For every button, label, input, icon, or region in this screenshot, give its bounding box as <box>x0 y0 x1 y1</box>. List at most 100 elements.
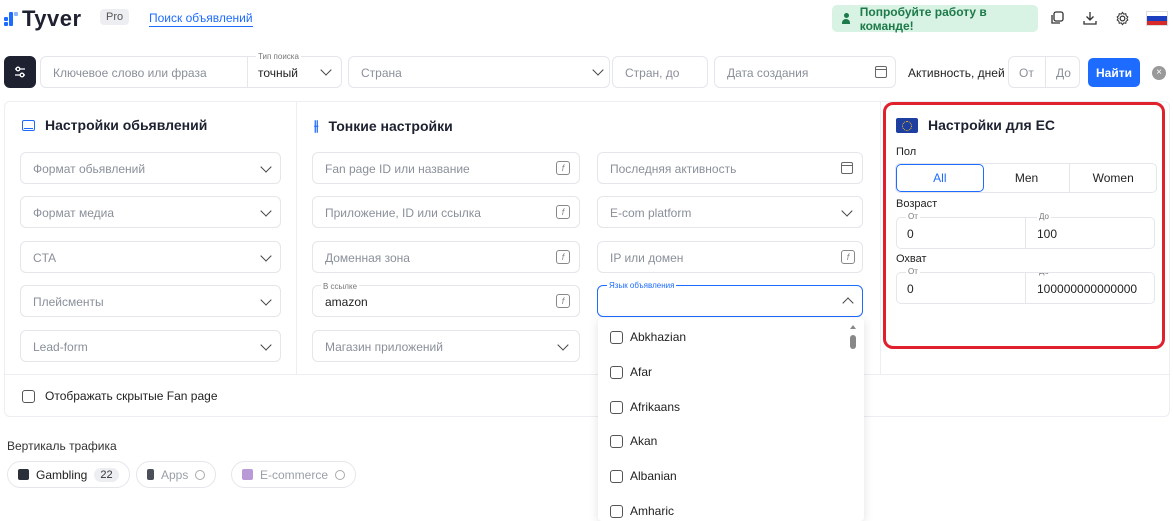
cta-select[interactable]: CTA <box>20 241 281 273</box>
ecom-platform-select[interactable]: E-com platform <box>597 196 863 228</box>
keyword-search-group: Ключевое слово или фраза Тип поиска точн… <box>40 52 342 88</box>
gender-toggle: All Men Women <box>895 163 1157 193</box>
scrollbar-thumb[interactable] <box>850 335 856 349</box>
domain-zone-input[interactable]: Доменная зона f <box>312 241 580 273</box>
search-type-label: Тип поиска <box>256 52 301 61</box>
ip-domain-input[interactable]: IP или домен f <box>597 241 863 273</box>
countries-to-input[interactable]: Стран, до <box>612 56 708 88</box>
ad-language-label: Язык объявления <box>607 281 677 290</box>
nav-link-ad-search[interactable]: Поиск объявлений <box>149 11 253 27</box>
option-label: Amharic <box>630 504 675 518</box>
lead-form-select[interactable]: Lead-form <box>20 330 281 362</box>
created-date-input[interactable]: Дата создания <box>714 56 896 88</box>
country-select[interactable]: Страна <box>348 56 610 88</box>
gear-icon[interactable] <box>1113 9 1131 27</box>
function-icon: f <box>556 161 570 175</box>
copy-icon[interactable] <box>1048 9 1066 27</box>
sliders-icon: ⫲ <box>314 117 319 133</box>
language-option-abkhazian[interactable]: Abkhazian <box>610 330 686 344</box>
filter-toggle-button[interactable] <box>4 56 36 88</box>
language-option-afrikaans[interactable]: Afrikaans <box>610 400 680 414</box>
fanpage-placeholder: Fan page ID или название <box>325 162 470 176</box>
app-store-select[interactable]: Магазин приложений <box>312 330 580 362</box>
activity-from-input[interactable]: От <box>1019 66 1034 80</box>
ad-settings-title: Настройки обьявлений <box>22 117 207 133</box>
placements-select[interactable]: Плейсменты <box>20 285 281 317</box>
checkbox[interactable] <box>610 330 623 344</box>
checkbox[interactable] <box>610 504 623 518</box>
checkbox[interactable] <box>610 434 623 448</box>
language-option-akan[interactable]: Akan <box>610 434 657 448</box>
try-team-label: Попробуйте работу в команде! <box>859 4 987 33</box>
in-link-input[interactable]: В ссылке amazon f <box>312 282 580 317</box>
chevron-down-icon <box>320 64 332 76</box>
chevron-up-icon <box>842 297 854 309</box>
option-label: Abkhazian <box>630 330 687 344</box>
reach-from-input[interactable]: От 0 <box>896 267 1026 304</box>
last-activity-input[interactable]: Последняя активность <box>597 152 863 184</box>
checkbox[interactable] <box>610 365 623 379</box>
search-type-select[interactable]: точный <box>258 66 298 80</box>
chevron-down-icon <box>841 205 853 217</box>
top-bar: Tyver Pro Поиск объявлений Попробуйте ра… <box>0 0 1173 40</box>
ad-settings-title-text: Настройки обьявлений <box>45 117 208 133</box>
chip-label: Apps <box>161 467 189 482</box>
scroll-up-icon[interactable] <box>850 325 856 329</box>
sliders-icon <box>15 66 25 78</box>
reach-to-input[interactable]: До 100000000000000 <box>1025 272 1155 304</box>
reach-from-value: 0 <box>907 282 914 296</box>
shopping-bag-icon <box>242 469 253 480</box>
checkbox[interactable] <box>610 400 623 414</box>
keyword-input[interactable]: Ключевое слово или фраза <box>53 66 207 80</box>
try-team-button[interactable]: Попробуйте работу в команде! <box>832 4 1038 33</box>
chip-gambling[interactable]: Gambling 22 <box>7 461 130 488</box>
language-option-afar[interactable]: Afar <box>610 365 652 379</box>
function-icon: f <box>556 294 570 308</box>
language-option-albanian[interactable]: Albanian <box>610 469 677 483</box>
download-icon[interactable] <box>1081 9 1099 27</box>
chevron-down-icon <box>557 339 569 351</box>
clear-icon[interactable]: × <box>1152 66 1166 80</box>
chevron-down-icon <box>260 294 272 306</box>
age-from-label: От <box>906 212 920 221</box>
activity-range: От До <box>1008 56 1080 88</box>
find-button[interactable]: Найти <box>1088 58 1140 87</box>
gender-option-all[interactable]: All <box>896 164 984 192</box>
function-icon: f <box>841 250 855 264</box>
language-option-amharic[interactable]: Amharic <box>610 504 674 518</box>
gender-option-women[interactable]: Women <box>1069 164 1156 192</box>
chevron-down-icon <box>260 339 272 351</box>
media-format-select[interactable]: Формат медиа <box>20 196 281 228</box>
ad-format-select[interactable]: Формат обьявлений <box>20 152 281 184</box>
checkbox[interactable] <box>22 389 35 403</box>
function-icon: f <box>556 250 570 264</box>
language-dropdown: Abkhazian Afar Afrikaans Akan Albanian A… <box>598 318 864 521</box>
checkbox[interactable] <box>610 469 623 483</box>
pro-badge: Pro <box>100 9 130 25</box>
domain-zone-placeholder: Доменная зона <box>325 251 410 265</box>
chevron-down-icon <box>260 161 272 173</box>
slot-machine-icon <box>18 469 29 480</box>
fanpage-input[interactable]: Fan page ID или название f <box>312 152 580 184</box>
chevron-down-icon <box>260 250 272 262</box>
logo[interactable]: Tyver <box>4 6 82 32</box>
chevron-down-icon <box>260 205 272 217</box>
logo-icon <box>4 12 18 26</box>
ad-language-select[interactable]: Язык объявления <box>597 281 863 317</box>
ad-settings-icon <box>22 119 35 131</box>
activity-to-input[interactable]: До <box>1056 66 1071 80</box>
chip-apps[interactable]: Apps <box>136 461 217 488</box>
age-to-input[interactable]: До 100 <box>1025 212 1155 249</box>
age-from-input[interactable]: От 0 <box>896 212 1026 249</box>
language-flag-icon[interactable] <box>1146 11 1168 26</box>
show-hidden-fanpage-checkbox[interactable]: Отображать скрытые Fan page <box>22 389 218 403</box>
cta-placeholder: CTA <box>33 251 57 265</box>
app-store-placeholder: Магазин приложений <box>325 340 443 354</box>
chevron-down-icon <box>592 64 604 76</box>
gender-option-men[interactable]: Men <box>984 164 1070 192</box>
app-input[interactable]: Приложение, ID или ссылка f <box>312 196 580 228</box>
chip-ecommerce[interactable]: E-commerce <box>231 461 357 488</box>
show-hidden-fanpage-label: Отображать скрытые Fan page <box>45 389 218 403</box>
fine-settings-title: ⫲ Тонкие настройки <box>314 117 453 134</box>
ip-domain-placeholder: IP или домен <box>610 251 684 265</box>
